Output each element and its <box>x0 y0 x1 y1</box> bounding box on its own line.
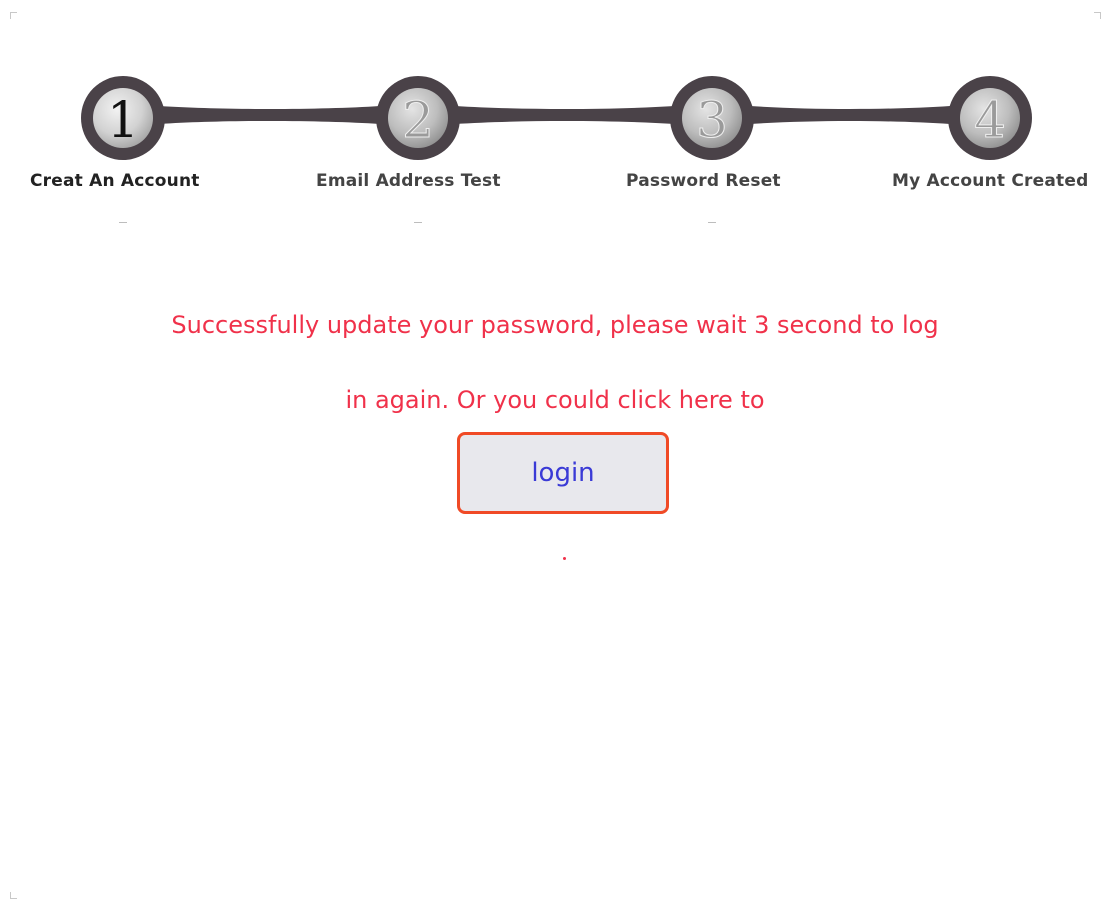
step-2-number: 2 <box>402 91 434 149</box>
step-1-number: 1 <box>107 91 139 149</box>
step-2-tick <box>414 222 422 223</box>
message-end-period <box>563 557 566 560</box>
step-3-label: Password Reset <box>626 171 781 191</box>
step-2-label: Email Address Test <box>316 171 501 191</box>
stepper-graphic: 1 2 3 4 <box>81 76 1032 160</box>
login-button[interactable]: login <box>457 432 669 514</box>
connector-1-2 <box>160 106 380 124</box>
success-message-line-2: in again. Or you could click here to <box>345 386 765 414</box>
success-message-line-1: Successfully update your password, pleas… <box>171 311 939 339</box>
step-1-tick <box>119 222 127 223</box>
step-4-label: My Account Created <box>892 171 1089 191</box>
progress-stepper: 1 2 3 4 Creat An Account Email Address T… <box>0 0 1110 240</box>
connector-2-3 <box>455 106 675 124</box>
connector-3-4 <box>750 106 950 124</box>
step-3-tick <box>708 222 716 223</box>
step-3-number: 3 <box>696 91 728 149</box>
step-1-label: Creat An Account <box>30 171 200 191</box>
frame-corner-bottom-left <box>10 892 17 899</box>
step-4-number: 4 <box>974 91 1006 149</box>
